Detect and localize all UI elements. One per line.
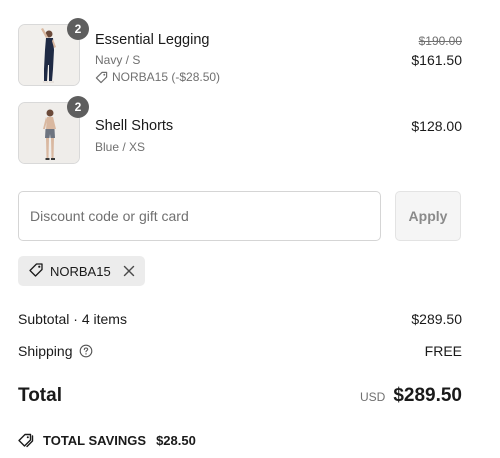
product-name: Essential Legging [95, 32, 210, 48]
savings-label: TOTAL SAVINGS [43, 433, 147, 448]
line-item: 2 Shell Shorts Blue / XS $128.00 [18, 96, 462, 168]
quantity-badge: 2 [67, 96, 89, 118]
shipping-label: Shipping [18, 343, 73, 359]
product-variant: Navy / S [95, 53, 141, 67]
applied-discount: NORBA15 (-$28.50) [95, 70, 220, 84]
line-item: 2 Essential Legging Navy / S NORBA15 (-$… [18, 18, 462, 90]
tag-icon [95, 71, 108, 84]
total-amount-group: USD $289.50 [360, 385, 462, 407]
remove-code-button[interactable] [123, 265, 135, 277]
total-savings: TOTAL SAVINGS $28.50 [18, 433, 196, 448]
product-name: Shell Shorts [95, 118, 174, 134]
original-price: $190.00 [418, 34, 462, 48]
discount-code-input[interactable] [18, 191, 381, 241]
applied-code-chip: NORBA15 [18, 256, 145, 286]
discount-code-label: NORBA15 (-$28.50) [112, 70, 221, 84]
tag-icon [28, 262, 44, 281]
product-variant: Blue / XS [95, 140, 146, 154]
product-thumbnail: 2 [18, 96, 89, 164]
help-icon[interactable] [79, 344, 93, 358]
subtotal-value: $289.50 [411, 311, 462, 327]
quantity-badge: 2 [67, 18, 89, 40]
shipping-value: FREE [424, 343, 462, 359]
shipping-label-group: Shipping [18, 343, 93, 359]
close-icon [123, 265, 134, 277]
savings-tag-icon [18, 433, 35, 448]
savings-value: $28.50 [156, 433, 196, 448]
line-price: $128.00 [411, 118, 462, 134]
subtotal-label: Subtotal · 4 items [18, 311, 127, 327]
total-value: $289.50 [393, 385, 462, 406]
line-price: $161.50 [411, 52, 462, 68]
total-row: Total USD $289.50 [18, 385, 462, 411]
currency-code: USD [359, 390, 386, 404]
apply-button[interactable]: Apply [395, 191, 461, 241]
order-summary: 2 Essential Legging Navy / S NORBA15 (-$… [0, 0, 500, 458]
applied-code-label: NORBA15 [50, 263, 111, 279]
total-label: Total [18, 385, 62, 406]
product-thumbnail: 2 [18, 18, 89, 86]
discount-form: Apply [18, 191, 462, 241]
